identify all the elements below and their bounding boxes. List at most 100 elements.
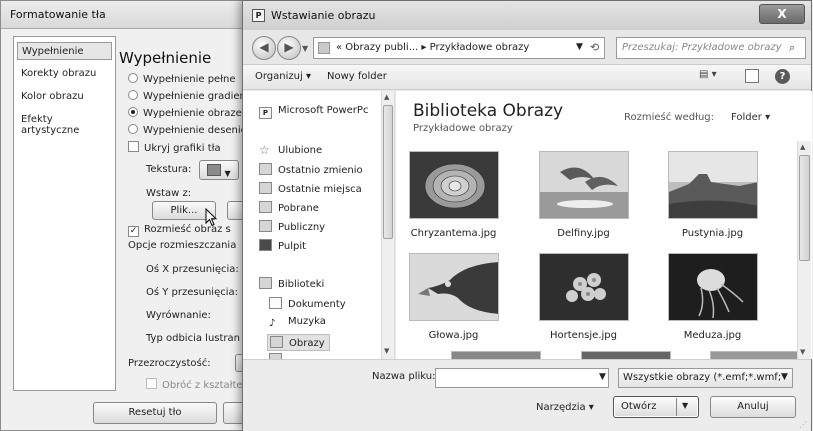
tile-picture-label: Rozmieść obraz s <box>144 224 231 235</box>
file-name: Chryzantema.jpg <box>410 228 497 239</box>
checkmark-icon: ✓ <box>128 226 139 237</box>
preview-pane-icon[interactable] <box>745 69 759 83</box>
nav-label: Ulubione <box>278 145 323 156</box>
nav-item-powerpoint[interactable]: P Microsoft PowerPc <box>259 105 368 119</box>
nav-label: Ostatnie miejsca <box>278 184 362 195</box>
solid-fill-option[interactable]: Wypełnienie pełne <box>128 73 236 85</box>
documents-icon <box>269 297 282 309</box>
library-subtitle: Przykładowe obrazy <box>413 123 513 134</box>
powerpoint-icon: P <box>252 9 265 22</box>
address-path[interactable]: « Obrazy publi... ▸ Przykładowe obrazy <box>336 42 529 53</box>
nav-label: Ostatnio zmienio <box>278 165 363 176</box>
downloads-icon <box>259 201 272 213</box>
nav-item-recent-changed[interactable]: Ostatnio zmienio <box>259 163 363 176</box>
file-type-select[interactable]: Wszystkie obrazy (*.emf;*.wmf; ▼ <box>618 368 793 388</box>
file-name: Pustynia.jpg <box>681 228 744 239</box>
nav-item-documents[interactable]: Dokumenty <box>269 297 346 310</box>
organize-menu[interactable]: Organizuj ▾ <box>255 71 311 82</box>
explorer-toolbar: Organizuj ▾ Nowy folder ▤ ▾ ? <box>243 64 811 90</box>
file-item[interactable]: Głowa.jpg <box>406 253 501 341</box>
refresh-icon[interactable]: ⟲ <box>590 41 599 54</box>
public-folder-icon <box>259 220 272 232</box>
thumbnail-partial <box>581 351 671 359</box>
split-divider <box>676 398 677 416</box>
texture-label: Tekstura: <box>146 164 192 175</box>
chevron-down-icon[interactable]: ▼ <box>682 401 688 410</box>
nav-label: Dokumenty <box>288 299 346 310</box>
nav-label: Microsoft PowerPc <box>278 105 369 116</box>
hide-graphics-label: Ukryj grafiki tła <box>144 143 221 154</box>
nav-item-favorites[interactable]: ☆ Ulubione <box>259 143 323 157</box>
file-name: Meduza.jpg <box>683 330 742 341</box>
category-fill[interactable]: Wypełnienie <box>17 42 112 60</box>
forward-button[interactable]: ▶ <box>277 36 301 60</box>
radio-selected-icon <box>128 107 138 117</box>
scroll-up-icon[interactable]: ▲ <box>800 143 805 151</box>
new-folder-button[interactable]: Nowy folder <box>327 71 387 82</box>
category-picture-color[interactable]: Kolor obrazu <box>17 88 112 106</box>
change-view-icon[interactable]: ▤ ▾ <box>699 69 729 85</box>
nav-item-desktop[interactable]: Pulpit <box>259 239 306 252</box>
resize-grip-icon[interactable]: ⋰ <box>799 420 807 429</box>
open-button[interactable]: Otwórz ▼ <box>613 396 699 418</box>
filename-input[interactable] <box>435 368 609 388</box>
file-type-label: Wszystkie obrazy (*.emf;*.wmf; <box>623 372 782 383</box>
powerpoint-icon: P <box>259 107 272 119</box>
tile-picture-checkbox[interactable]: ✓ Rozmieść obraz s <box>128 224 231 237</box>
nav-item-downloads[interactable]: Pobrane <box>259 201 319 214</box>
folder-icon <box>318 42 330 54</box>
rotate-with-shape-checkbox[interactable]: Obróć z kształtem <box>146 378 252 391</box>
file-item[interactable]: Pustynia.jpg <box>665 151 760 239</box>
scroll-up-icon[interactable]: ▲ <box>384 93 389 101</box>
scroll-down-icon[interactable]: ▼ <box>384 347 389 355</box>
close-button[interactable]: X <box>759 4 805 24</box>
category-artistic-effects[interactable]: Efekty artystyczne <box>17 111 112 136</box>
offset-y-label: Oś Y przesunięcia: <box>146 287 238 298</box>
pattern-fill-option[interactable]: Wypełnienie desenie <box>128 124 247 136</box>
search-icon[interactable]: ⌕ <box>789 41 795 55</box>
category-picture-corrections[interactable]: Korekty obrazu <box>17 65 112 83</box>
nav-label: Pobrane <box>278 203 319 214</box>
arrange-by-label: Rozmieść według: <box>624 112 714 123</box>
nav-pane-scrollbar[interactable]: ▲ ▼ <box>381 91 394 359</box>
back-button[interactable]: ◀ <box>252 36 276 60</box>
arrange-by-dropdown[interactable]: Folder ▾ <box>731 112 770 123</box>
nav-item-music[interactable]: ♪ Muzyka <box>269 316 326 330</box>
address-dropdown-icon[interactable]: ▼ <box>576 42 583 52</box>
file-list-scrollbar[interactable]: ▲ ▼ <box>797 141 811 359</box>
picture-fill-option[interactable]: Wypełnienie obrazem <box>128 107 252 119</box>
search-box[interactable]: Przeszukaj: Przykładowe obrazy ⌕ <box>616 37 806 59</box>
recent-locations-dropdown[interactable]: ▼ <box>302 44 308 53</box>
insert-dialog-titlebar[interactable]: P Wstawianie obrazu X <box>243 1 811 30</box>
address-bar[interactable]: « Obrazy publi... ▸ Przykładowe obrazy ▼… <box>313 37 605 59</box>
nav-item-libraries[interactable]: Biblioteki <box>259 277 324 290</box>
gradient-fill-option[interactable]: Wypełnienie gradient <box>128 90 250 102</box>
cancel-button[interactable]: Anuluj <box>710 396 796 418</box>
nav-item-recent-places[interactable]: Ostatnie miejsca <box>259 182 362 195</box>
mirror-type-label: Typ odbicia lustran <box>146 333 240 344</box>
reset-background-button[interactable]: Resetuj tło <box>93 402 217 424</box>
tools-menu[interactable]: Narzędzia ▾ <box>536 402 594 413</box>
file-item[interactable]: Chryzantema.jpg <box>406 151 501 239</box>
format-dialog-title: Formatowanie tła <box>10 8 106 21</box>
nav-item-pictures[interactable]: Obrazy <box>267 334 330 351</box>
hide-graphics-checkbox[interactable]: Ukryj grafiki tła <box>128 141 221 154</box>
close-icon: X <box>777 7 787 21</box>
insert-picture-dialog: P Wstawianie obrazu X ◀ ▶ ▼ « Obrazy pub… <box>242 0 812 431</box>
file-item[interactable]: Delfiny.jpg <box>536 151 631 239</box>
nav-label: Muzyka <box>288 316 326 327</box>
file-item[interactable]: Hortensje.jpg <box>536 253 631 341</box>
scroll-down-icon[interactable]: ▼ <box>800 348 805 356</box>
thumbnail-dolphins <box>538 151 629 219</box>
format-category-list: Wypełnienie Korekty obrazu Kolor obrazu … <box>13 36 116 391</box>
thumbnail-eagle <box>408 253 499 321</box>
nav-item-public[interactable]: Publiczny <box>259 220 325 233</box>
file-list-scroll-thumb[interactable] <box>799 155 810 261</box>
navigation-pane: P Microsoft PowerPc ☆ Ulubione Ostatnio zm… <box>243 91 395 359</box>
texture-picker[interactable]: ▼ <box>199 160 239 180</box>
filename-dropdown-icon[interactable]: ▼ <box>599 372 606 382</box>
file-item[interactable]: Meduza.jpg <box>665 253 760 341</box>
thumbnail-jellyfish <box>667 253 758 321</box>
help-icon[interactable]: ? <box>775 69 790 84</box>
nav-pane-scroll-thumb[interactable] <box>383 105 393 239</box>
